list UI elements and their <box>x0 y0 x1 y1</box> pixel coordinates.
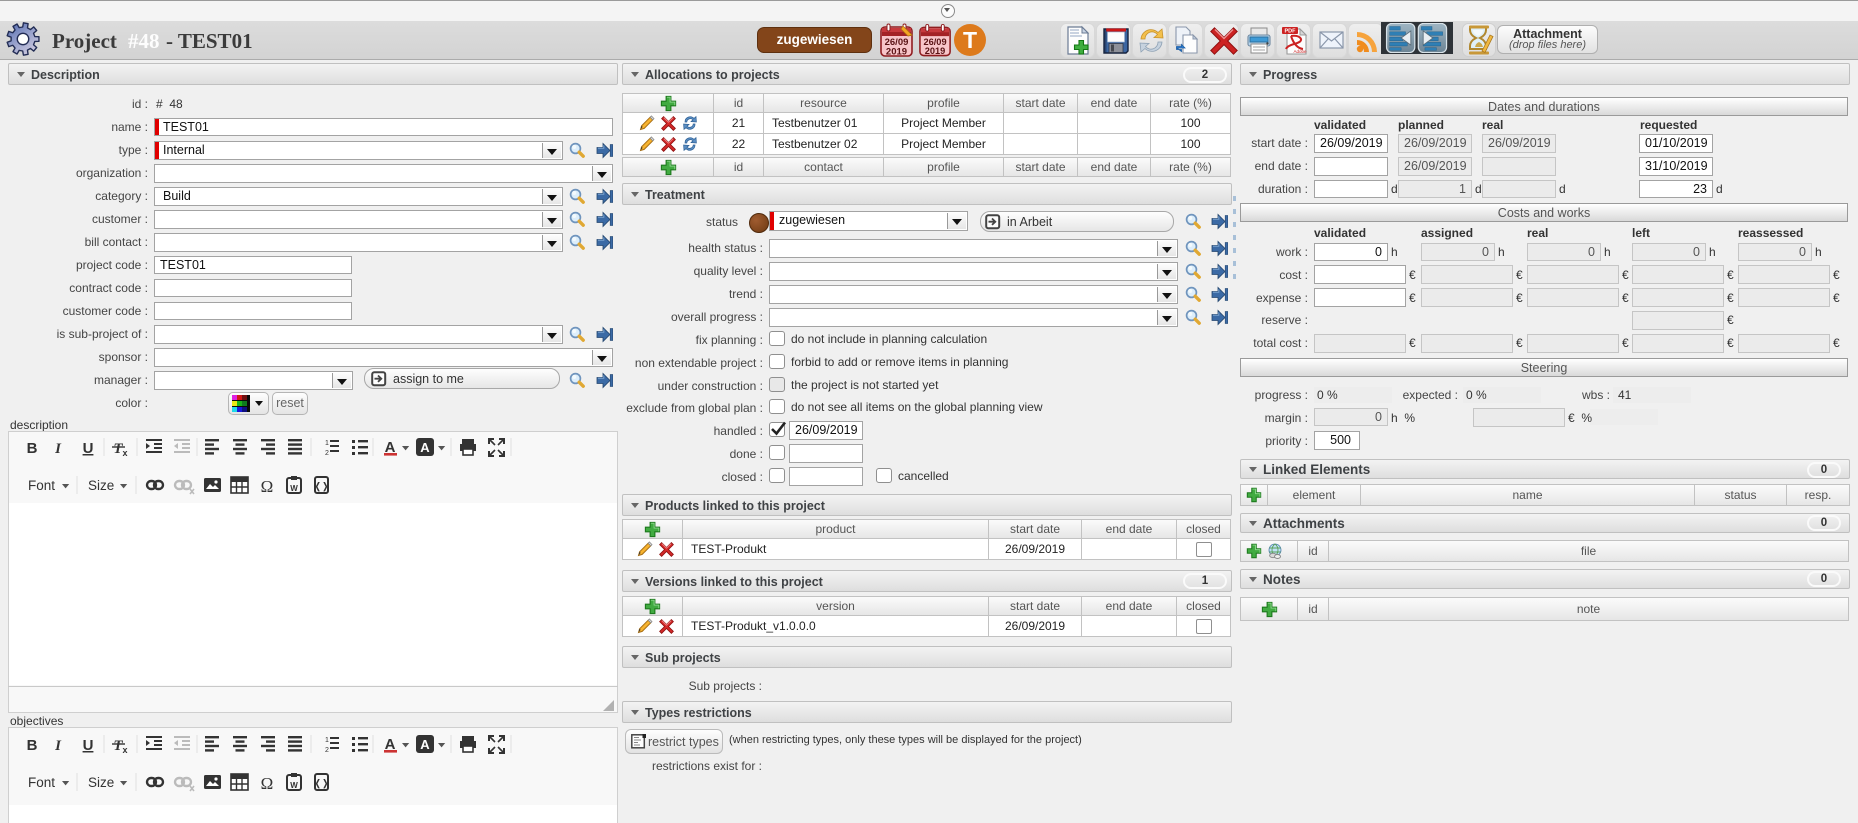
svg-text:PDF: PDF <box>1285 29 1297 35</box>
svg-text:2019: 2019 <box>886 47 907 58</box>
svg-text:Adobe: Adobe <box>1293 49 1307 54</box>
svg-text:2019: 2019 <box>925 46 946 56</box>
